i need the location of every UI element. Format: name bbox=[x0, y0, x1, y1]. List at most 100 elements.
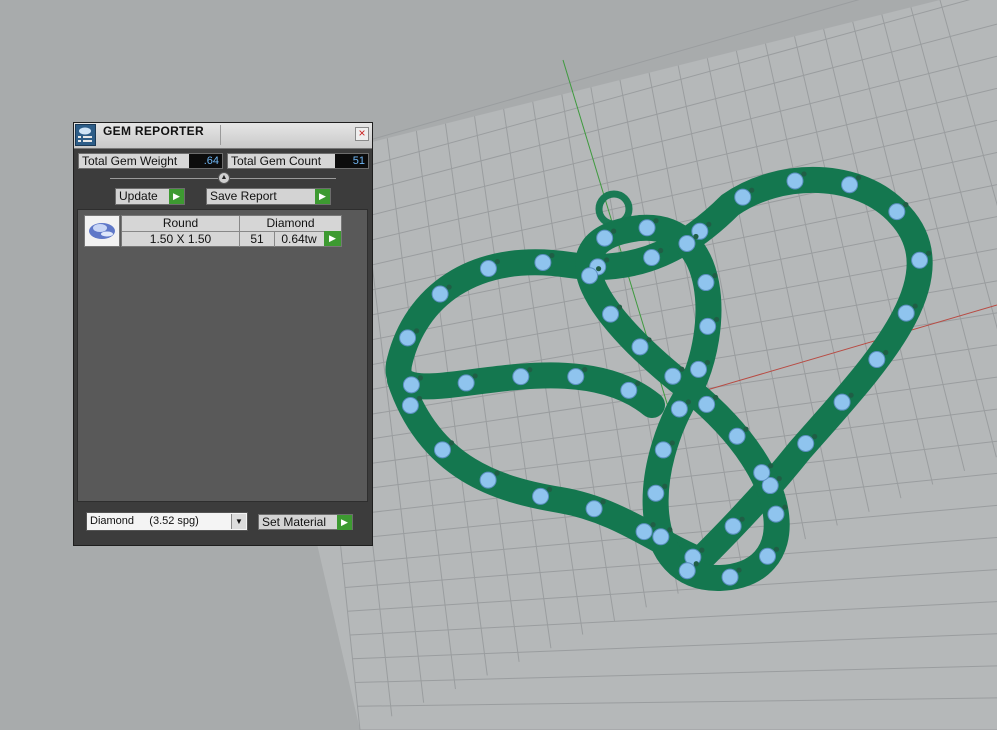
gem-stone bbox=[868, 351, 886, 369]
prong-bead bbox=[801, 171, 807, 177]
prong-bead bbox=[416, 395, 422, 402]
gem-stone bbox=[734, 188, 752, 206]
gem-stone bbox=[596, 229, 614, 247]
prong-bead bbox=[667, 527, 673, 533]
prong-bead bbox=[635, 380, 641, 386]
gem-shape-header: Round bbox=[122, 216, 240, 232]
prong-bead bbox=[448, 440, 455, 446]
gem-stone bbox=[654, 441, 672, 459]
prong-bead bbox=[616, 304, 623, 310]
prong-bead bbox=[912, 303, 918, 309]
splitter-handle[interactable]: ▲ bbox=[218, 172, 230, 184]
gem-list: Round Diamond 1.50 X 1.50 51 0.64tw ▶ bbox=[77, 209, 368, 502]
save-report-button-label: Save Report bbox=[210, 189, 277, 203]
gem-stone bbox=[911, 251, 929, 269]
gem-stone bbox=[759, 547, 777, 565]
gem-stone bbox=[689, 360, 707, 378]
panel-titlebar[interactable]: GEM REPORTER × bbox=[74, 123, 372, 149]
gem-row[interactable]: Round Diamond 1.50 X 1.50 51 0.64tw bbox=[121, 215, 342, 247]
prong-bead bbox=[712, 272, 718, 279]
gem-stone bbox=[534, 253, 552, 271]
gem-stone bbox=[698, 395, 716, 413]
gem-stone bbox=[567, 368, 585, 386]
gem-stone bbox=[652, 528, 670, 546]
gem-material-header: Diamond bbox=[240, 216, 341, 232]
set-material-button[interactable]: Set Material ▶ bbox=[258, 514, 353, 530]
gem-stone bbox=[797, 434, 815, 452]
gem-stone bbox=[532, 487, 550, 505]
gem-stone bbox=[833, 393, 851, 411]
prong-bead bbox=[693, 233, 699, 240]
gem-stone bbox=[697, 274, 715, 292]
gem-stone bbox=[631, 338, 649, 356]
prong-bead bbox=[713, 394, 719, 401]
play-arrow-icon: ▶ bbox=[315, 189, 330, 204]
gem-stone bbox=[664, 367, 682, 385]
prong-bead bbox=[595, 266, 602, 272]
prong-bead bbox=[776, 475, 782, 482]
gem-stone bbox=[402, 376, 420, 394]
prong-bead bbox=[679, 366, 685, 372]
panel-title: GEM REPORTER bbox=[103, 124, 204, 138]
prong-bead bbox=[658, 247, 664, 254]
chevron-down-icon: ▼ bbox=[231, 514, 246, 529]
gem-row-expand-button[interactable]: ▶ bbox=[324, 231, 341, 246]
gem-stone bbox=[728, 427, 746, 445]
gem-stone bbox=[678, 562, 696, 580]
prong-bead bbox=[739, 516, 745, 522]
prong-bead bbox=[669, 440, 675, 446]
gem-stone bbox=[841, 176, 859, 194]
prong-bead bbox=[855, 175, 862, 181]
gem-stone bbox=[678, 234, 696, 252]
gem-reporter-icon bbox=[75, 124, 96, 146]
gem-stone bbox=[753, 464, 771, 482]
prong-bead bbox=[582, 366, 588, 373]
gem-stone bbox=[585, 500, 603, 518]
gem-stone bbox=[767, 505, 785, 523]
gem-thumbnail[interactable] bbox=[84, 215, 120, 247]
prong-bead bbox=[494, 470, 500, 476]
prong-bead bbox=[693, 561, 699, 567]
total-gem-weight-field: Total Gem Weight .64 bbox=[78, 153, 223, 169]
gem-stone bbox=[721, 568, 739, 586]
prong-bead bbox=[743, 426, 749, 432]
prong-bead bbox=[736, 567, 742, 573]
prong-bead bbox=[546, 486, 553, 492]
gem-stone bbox=[897, 304, 915, 322]
titlebar-divider bbox=[220, 125, 221, 145]
prong-bead bbox=[812, 433, 818, 440]
close-icon[interactable]: × bbox=[355, 127, 369, 141]
prong-bead bbox=[749, 187, 755, 193]
update-button[interactable]: Update ▶ bbox=[115, 188, 185, 205]
prong-bead bbox=[417, 375, 423, 381]
prong-bead bbox=[925, 250, 932, 256]
play-arrow-icon: ▶ bbox=[337, 515, 352, 530]
gem-stone bbox=[635, 523, 653, 541]
prong-bead bbox=[604, 257, 610, 263]
gem-stone bbox=[399, 329, 417, 347]
prong-bead bbox=[472, 373, 478, 379]
total-gem-count-field: Total Gem Count 51 bbox=[227, 153, 369, 169]
prong-bead bbox=[903, 202, 909, 208]
prong-bead bbox=[446, 284, 452, 290]
save-report-button[interactable]: Save Report ▶ bbox=[206, 188, 331, 205]
gem-stone bbox=[457, 374, 475, 392]
gem-stone bbox=[431, 285, 449, 303]
total-gem-weight-value: .64 bbox=[189, 154, 222, 168]
prong-bead bbox=[527, 367, 533, 373]
prong-bead bbox=[600, 499, 606, 505]
gem-stone bbox=[581, 267, 599, 285]
gem-stone bbox=[724, 517, 742, 535]
gem-stone bbox=[479, 471, 497, 489]
gem-stone bbox=[699, 317, 717, 335]
prong-bead bbox=[883, 349, 889, 356]
prong-bead bbox=[685, 399, 691, 405]
gem-stone bbox=[401, 396, 419, 414]
gem-size: 1.50 X 1.50 bbox=[122, 232, 240, 247]
gem-stone bbox=[670, 400, 688, 418]
prong-bead bbox=[706, 221, 712, 227]
material-dropdown[interactable]: Diamond (3.52 spg) ▼ bbox=[86, 512, 248, 531]
update-button-label: Update bbox=[119, 189, 158, 203]
gem-stone bbox=[620, 381, 638, 399]
total-gem-count-value: 51 bbox=[335, 154, 368, 168]
